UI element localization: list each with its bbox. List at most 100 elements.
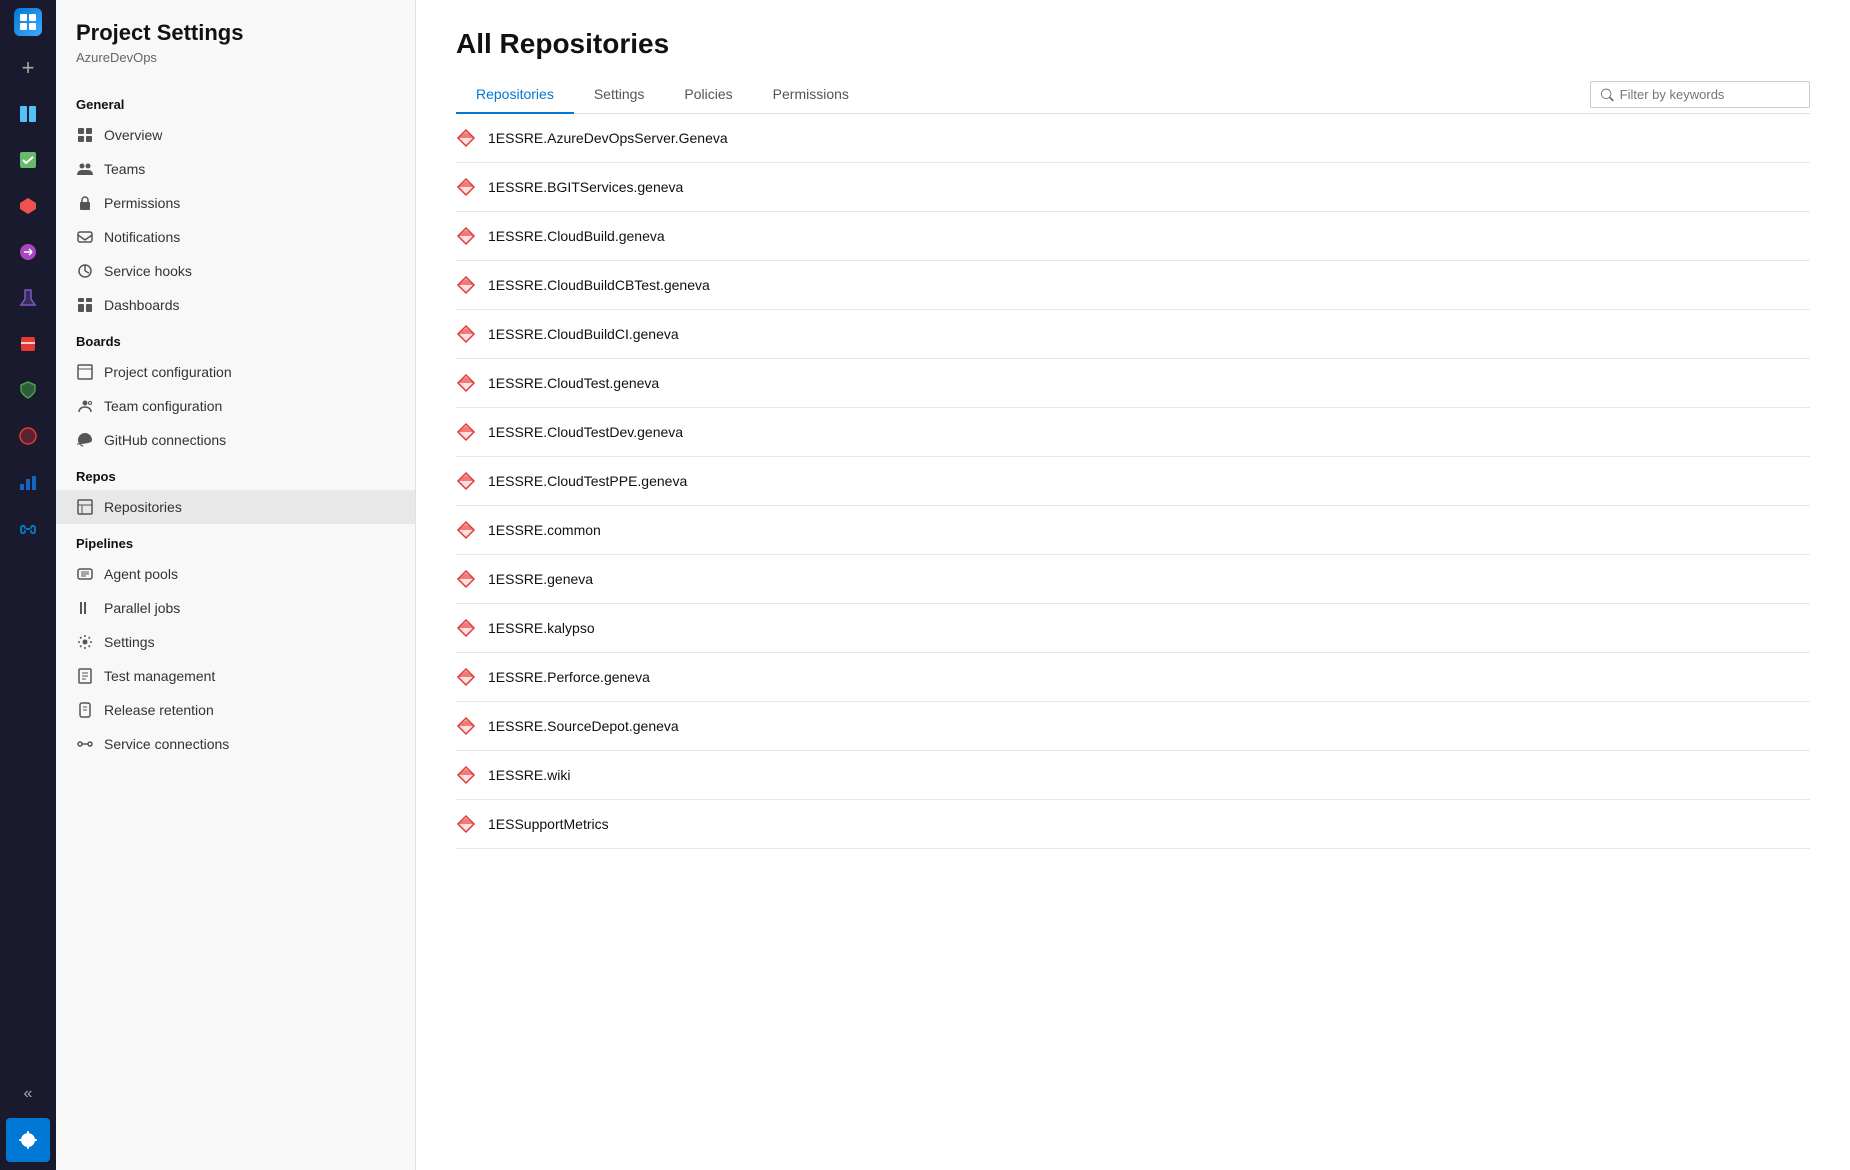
- repo-name: 1ESSRE.common: [488, 522, 601, 538]
- repo-diamond-icon: [456, 422, 476, 442]
- sidebar-item-release-retention[interactable]: Release retention: [56, 693, 415, 727]
- tab-settings[interactable]: Settings: [574, 76, 665, 114]
- repo-name: 1ESSRE.kalypso: [488, 620, 595, 636]
- parallel-jobs-label: Parallel jobs: [104, 600, 180, 616]
- extra-nav-icon[interactable]: [6, 414, 50, 458]
- sidebar-item-teams[interactable]: Teams: [56, 152, 415, 186]
- repo-diamond-icon: [456, 324, 476, 344]
- filter-input-wrapper[interactable]: [1590, 81, 1810, 108]
- sidebar-item-service-hooks[interactable]: Service hooks: [56, 254, 415, 288]
- teams-label: Teams: [104, 161, 145, 177]
- repo-item[interactable]: 1ESSRE.Perforce.geneva: [456, 653, 1810, 702]
- repo-name: 1ESSRE.CloudTestDev.geneva: [488, 424, 683, 440]
- sidebar-item-service-connections[interactable]: Service connections: [56, 727, 415, 761]
- repo-name: 1ESSRE.CloudBuildCI.geneva: [488, 326, 679, 342]
- repo-item[interactable]: 1ESSRE.CloudBuildCI.geneva: [456, 310, 1810, 359]
- analytics-nav-icon[interactable]: [6, 460, 50, 504]
- repo-item[interactable]: 1ESSRE.AzureDevOpsServer.Geneva: [456, 114, 1810, 163]
- repo-diamond-icon: [456, 471, 476, 491]
- sidebar-item-test-management[interactable]: Test management: [56, 659, 415, 693]
- overview-label: Overview: [104, 127, 162, 143]
- repo-item[interactable]: 1ESSRE.kalypso: [456, 604, 1810, 653]
- settings-nav-icon[interactable]: [6, 1118, 50, 1162]
- sidebar-item-notifications[interactable]: Notifications: [56, 220, 415, 254]
- repo-name: 1ESSRE.CloudTestPPE.geneva: [488, 473, 687, 489]
- security-nav-icon[interactable]: [6, 368, 50, 412]
- repo-item[interactable]: 1ESSRE.CloudTest.geneva: [456, 359, 1810, 408]
- dashboards-label: Dashboards: [104, 297, 180, 313]
- sidebar-item-project-config[interactable]: Project configuration: [56, 355, 415, 389]
- repo-item[interactable]: 1ESSRE.CloudTestDev.geneva: [456, 408, 1810, 457]
- github-icon: [76, 431, 94, 449]
- repo-name: 1ESSupportMetrics: [488, 816, 609, 832]
- filter-input[interactable]: [1620, 87, 1799, 102]
- repo-item[interactable]: 1ESSRE.CloudTestPPE.geneva: [456, 457, 1810, 506]
- service-connections-icon: [76, 735, 94, 753]
- sidebar: Project Settings AzureDevOps General Ove…: [56, 0, 416, 1170]
- repo-item[interactable]: 1ESSRE.geneva: [456, 555, 1810, 604]
- github-connections-label: GitHub connections: [104, 432, 226, 448]
- team-config-label: Team configuration: [104, 398, 222, 414]
- section-general: General: [56, 85, 415, 118]
- sidebar-item-team-config[interactable]: Team configuration: [56, 389, 415, 423]
- repo-item[interactable]: 1ESSRE.CloudBuildCBTest.geneva: [456, 261, 1810, 310]
- team-config-icon: [76, 397, 94, 415]
- repo-diamond-icon: [456, 569, 476, 589]
- repo-item[interactable]: 1ESSRE.wiki: [456, 751, 1810, 800]
- sidebar-item-parallel-jobs[interactable]: Parallel jobs: [56, 591, 415, 625]
- repos-nav-icon[interactable]: [6, 184, 50, 228]
- repo-item[interactable]: 1ESSRE.CloudBuild.geneva: [456, 212, 1810, 261]
- sidebar-item-agent-pools[interactable]: Agent pools: [56, 557, 415, 591]
- section-boards: Boards: [56, 322, 415, 355]
- testplans-nav-icon[interactable]: [6, 276, 50, 320]
- repo-name: 1ESSRE.CloudBuild.geneva: [488, 228, 665, 244]
- repo-name: 1ESSRE.CloudTest.geneva: [488, 375, 659, 391]
- collapse-sidebar-icon[interactable]: «: [6, 1072, 50, 1116]
- release-retention-label: Release retention: [104, 702, 214, 718]
- repo-diamond-icon: [456, 275, 476, 295]
- release-retention-icon: [76, 701, 94, 719]
- dashboard-nav-icon[interactable]: [6, 92, 50, 136]
- repo-name: 1ESSRE.SourceDepot.geneva: [488, 718, 679, 734]
- sidebar-item-dashboards[interactable]: Dashboards: [56, 288, 415, 322]
- repo-name: 1ESSRE.BGITServices.geneva: [488, 179, 683, 195]
- permissions-label: Permissions: [104, 195, 180, 211]
- sidebar-item-overview[interactable]: Overview: [56, 118, 415, 152]
- repo-diamond-icon: [456, 373, 476, 393]
- repo-name: 1ESSRE.AzureDevOpsServer.Geneva: [488, 130, 728, 146]
- repo-diamond-icon: [456, 128, 476, 148]
- overview-icon: [76, 126, 94, 144]
- repo-diamond-icon: [456, 520, 476, 540]
- repo-diamond-icon: [456, 226, 476, 246]
- tab-policies[interactable]: Policies: [664, 76, 752, 114]
- sidebar-title: Project Settings: [56, 20, 415, 50]
- app-logo[interactable]: [14, 8, 42, 36]
- service-connections-label: Service connections: [104, 736, 229, 752]
- boards-nav-icon[interactable]: [6, 138, 50, 182]
- service-hooks-icon: [76, 262, 94, 280]
- tab-permissions[interactable]: Permissions: [753, 76, 869, 114]
- repo-name: 1ESSRE.wiki: [488, 767, 570, 783]
- repo-item[interactable]: 1ESSRE.SourceDepot.geneva: [456, 702, 1810, 751]
- repo-name: 1ESSRE.Perforce.geneva: [488, 669, 650, 685]
- repo-diamond-icon: [456, 667, 476, 687]
- sidebar-item-permissions[interactable]: Permissions: [56, 186, 415, 220]
- repo-item[interactable]: 1ESSRE.common: [456, 506, 1810, 555]
- repo-item[interactable]: 1ESSupportMetrics: [456, 800, 1810, 849]
- pipelines-nav-icon[interactable]: [6, 230, 50, 274]
- tab-bar: Repositories Settings Policies Permissio…: [456, 76, 1810, 114]
- integrations-nav-icon[interactable]: [6, 506, 50, 550]
- section-pipelines: Pipelines: [56, 524, 415, 557]
- repo-item[interactable]: 1ESSRE.BGITServices.geneva: [456, 163, 1810, 212]
- agent-pools-label: Agent pools: [104, 566, 178, 582]
- filter-search-icon: [1601, 88, 1614, 102]
- add-button[interactable]: +: [6, 46, 50, 90]
- notifications-label: Notifications: [104, 229, 180, 245]
- main-content: All Repositories Repositories Settings P…: [416, 0, 1850, 1170]
- sidebar-item-repositories[interactable]: Repositories: [56, 490, 415, 524]
- tab-repositories[interactable]: Repositories: [456, 76, 574, 114]
- repositories-icon: [76, 498, 94, 516]
- sidebar-item-github[interactable]: GitHub connections: [56, 423, 415, 457]
- artifacts-nav-icon[interactable]: [6, 322, 50, 366]
- sidebar-item-pipeline-settings[interactable]: Settings: [56, 625, 415, 659]
